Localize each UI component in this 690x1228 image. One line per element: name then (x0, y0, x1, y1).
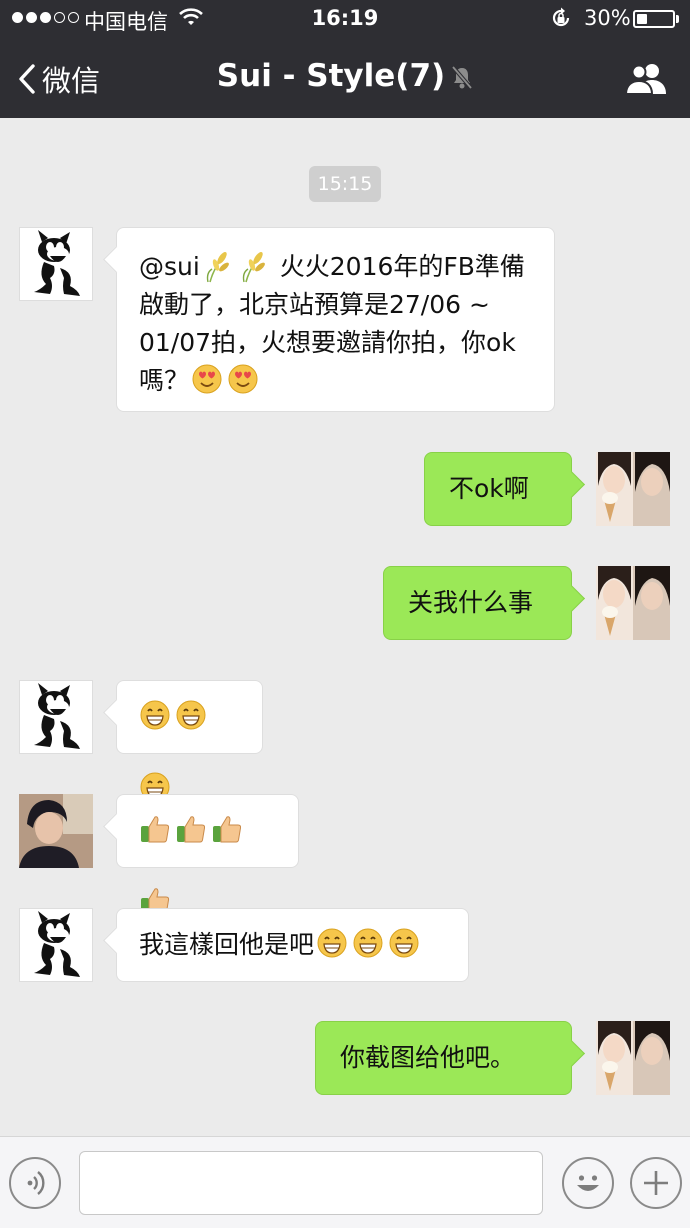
avatar[interactable] (596, 452, 670, 526)
status-bar: 中国电信 16:19 30% (0, 0, 690, 38)
grin-emoji (353, 928, 383, 958)
avatar[interactable] (19, 680, 93, 754)
thumbs-up-emoji (141, 816, 170, 843)
message-bubble[interactable]: 你截图给他吧。 (315, 1021, 572, 1095)
message-input[interactable] (79, 1151, 543, 1215)
message-bubble[interactable]: 不ok啊 (424, 452, 572, 526)
grin-emoji (317, 928, 347, 958)
girl-photo-avatar (596, 452, 670, 526)
grin-emoji (389, 928, 419, 958)
girl-photo-avatar (596, 566, 670, 640)
avatar[interactable] (19, 794, 93, 868)
voice-icon (27, 1171, 45, 1195)
avatar[interactable] (596, 566, 670, 640)
felix-cartoon-avatar (34, 230, 80, 296)
man-photo-avatar (19, 794, 93, 868)
smiley-icon (577, 1175, 599, 1191)
mute-bell-icon (451, 65, 473, 89)
message-text: 我這樣回他是吧 (139, 930, 315, 959)
message-timestamp: 15:15 (309, 166, 381, 202)
plus-icon (644, 1171, 668, 1195)
heart-eyes-emoji (192, 364, 222, 394)
grin-emoji (140, 700, 170, 730)
message-bubble[interactable] (116, 680, 263, 802)
thumbs-up-emoji (213, 816, 242, 843)
wheat-icon (206, 252, 229, 283)
message-bubble[interactable]: @sui 火火2016年的FB準備啟動了，北京站預算是27/06 ~ 01/07… (116, 227, 555, 412)
input-bar (0, 1136, 690, 1228)
message-bubble[interactable] (116, 794, 299, 915)
voice-button[interactable] (9, 1157, 61, 1209)
more-button[interactable] (630, 1157, 682, 1209)
emoji-button[interactable] (562, 1157, 614, 1209)
chat-title-text: Sui - Style(7) (216, 58, 446, 94)
chat-title: Sui - Style(7) (0, 58, 690, 94)
grin-emoji (176, 700, 206, 730)
avatar[interactable] (19, 908, 93, 982)
message-text: @sui (139, 252, 200, 281)
battery-icon (633, 10, 675, 28)
navigation-bar: 微信 Sui - Style(7) (0, 40, 690, 118)
avatar[interactable] (596, 1021, 670, 1095)
message-text: 不ok啊 (449, 474, 529, 503)
avatar[interactable] (19, 227, 93, 301)
battery-percent: 30% (584, 6, 631, 30)
message-text: 你截图给他吧。 (340, 1043, 516, 1072)
wheat-icon (242, 252, 265, 283)
heart-eyes-emoji (228, 364, 258, 394)
thumbs-up-emoji (177, 816, 206, 843)
girl-photo-avatar (596, 1021, 670, 1095)
message-text: 关我什么事 (408, 588, 534, 617)
message-bubble[interactable]: 我這樣回他是吧 (116, 908, 469, 982)
felix-cartoon-avatar (34, 911, 80, 977)
group-members-icon[interactable] (624, 60, 668, 96)
rotation-lock-icon (552, 7, 570, 27)
top-bar: 中国电信 16:19 30% 微信 Sui - Style(7) (0, 0, 690, 118)
felix-cartoon-avatar (34, 683, 80, 749)
message-bubble[interactable]: 关我什么事 (383, 566, 572, 640)
